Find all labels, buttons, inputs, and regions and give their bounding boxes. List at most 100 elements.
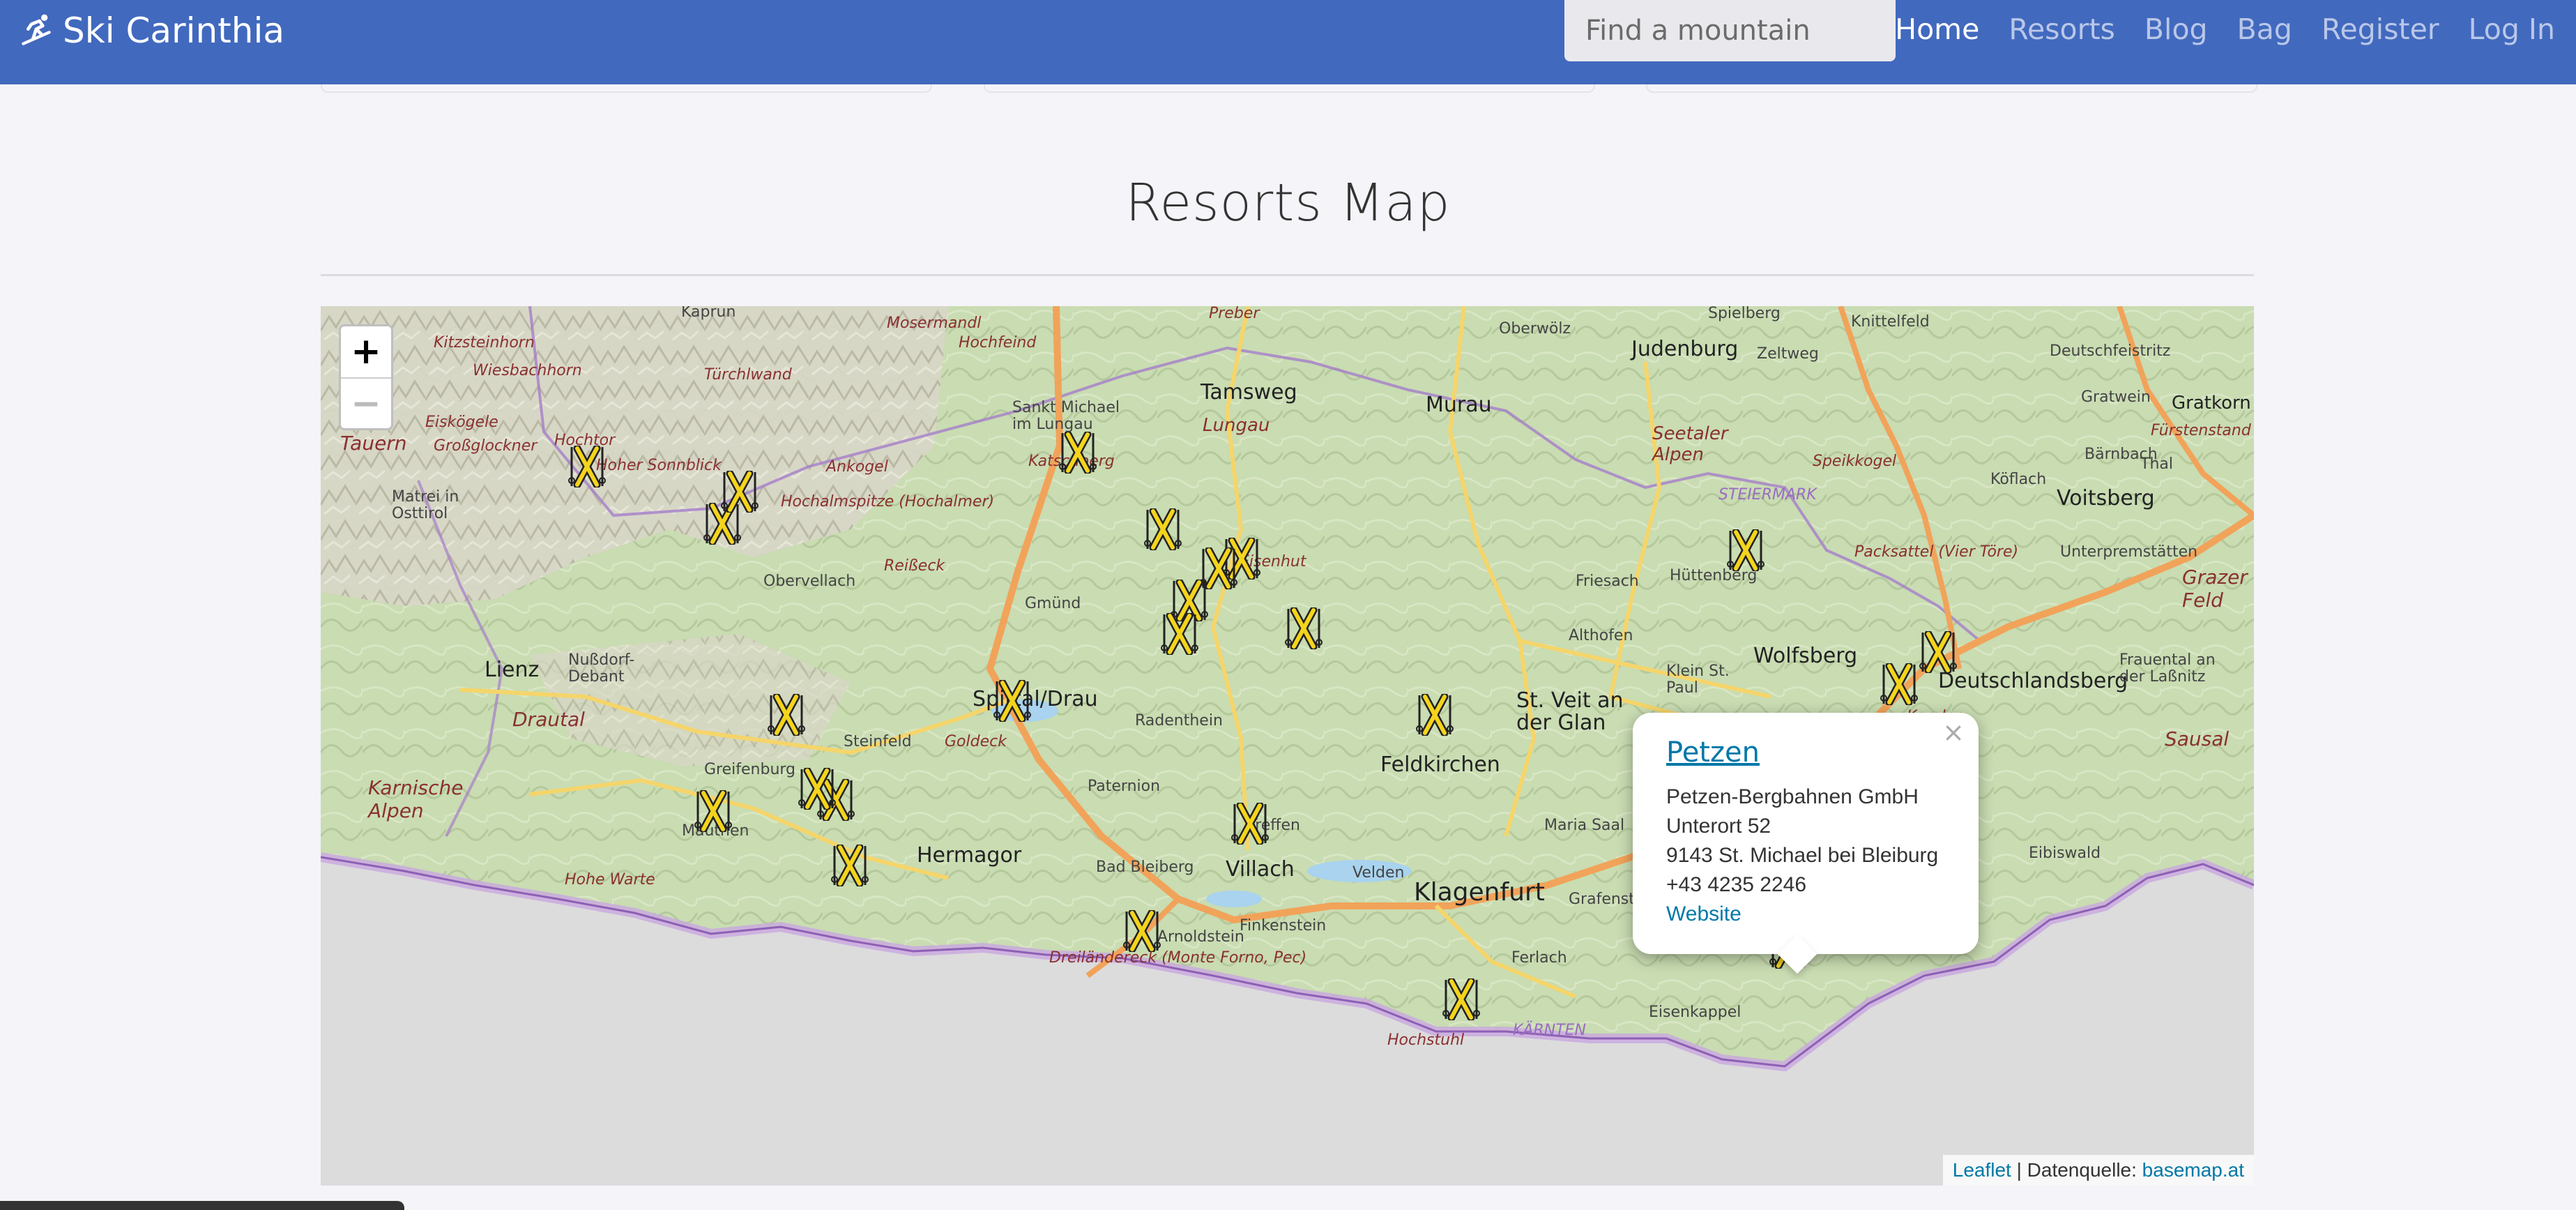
- map-label: Steinfeld: [844, 733, 912, 750]
- ski-resort-marker[interactable]: [830, 843, 869, 888]
- zoom-control: + −: [339, 324, 393, 430]
- map-label: Thal: [2140, 455, 2173, 473]
- navbar: Ski Carinthia Home Resorts Blog Bag Regi…: [0, 0, 2576, 84]
- map-label: Matrei in Osttirol: [392, 488, 459, 522]
- map-label: Eisenkappel: [1649, 1004, 1742, 1021]
- ski-resort-marker[interactable]: [1919, 630, 1958, 674]
- resorts-map[interactable]: Kaprun Mosermandl Hochfeind Preber Spiel…: [321, 306, 2254, 1186]
- map-label: Gmünd: [1025, 595, 1081, 612]
- map-label: Frauental an der Laßnitz: [2119, 651, 2216, 686]
- skier-icon: [22, 14, 51, 45]
- map-label: Velden: [1352, 864, 1405, 882]
- map-label: Hermagor: [917, 843, 1022, 868]
- map-label: KÄRNTEN: [1513, 1022, 1587, 1039]
- ski-resort-marker[interactable]: [1726, 528, 1765, 573]
- map-label: Deutschfeistritz: [2050, 342, 2171, 360]
- resort-popup: × Petzen Petzen-Bergbahnen GmbH Unterort…: [1633, 713, 1979, 974]
- section-title: Resorts Map: [1125, 173, 1451, 233]
- map-label: Lungau: [1203, 415, 1270, 436]
- zoom-in-button[interactable]: +: [341, 326, 391, 377]
- map-label: Paternion: [1088, 778, 1161, 795]
- map-label: Greifenburg: [704, 761, 796, 778]
- map-label: Deutschlandsberg: [1938, 669, 2128, 693]
- map-label: Wolfsberg: [1753, 644, 1858, 668]
- map-label: Seetaler Alpen: [1652, 423, 1728, 465]
- nav-bag[interactable]: Bag: [2237, 13, 2292, 49]
- map-label: Hochstuhl: [1387, 1031, 1465, 1049]
- map-label: Feldkirchen: [1380, 753, 1500, 777]
- popup-title-link[interactable]: Petzen: [1666, 736, 1945, 769]
- map-label: Klagenfurt: [1414, 878, 1545, 907]
- nav-blog[interactable]: Blog: [2144, 13, 2208, 49]
- map-label: Murau: [1426, 393, 1492, 417]
- map-label: Köflach: [1990, 471, 2047, 488]
- ski-resort-marker[interactable]: [694, 789, 733, 833]
- ski-resort-marker[interactable]: [1122, 909, 1161, 953]
- map-label: Kaprun: [681, 306, 736, 321]
- popup-phone: +43 4235 2246: [1666, 873, 1807, 896]
- map-label: Hochfeind: [959, 334, 1037, 351]
- map-label: Reißeck: [884, 557, 945, 575]
- map-label: Voitsberg: [2057, 486, 2155, 511]
- popup-website-link[interactable]: Website: [1666, 900, 1945, 929]
- map-label: Nußdorf-Debant: [568, 651, 635, 686]
- map-label: Spielberg: [1708, 306, 1781, 322]
- map-label: Finkenstein: [1240, 917, 1327, 935]
- nav-register[interactable]: Register: [2322, 13, 2439, 49]
- ski-resort-marker[interactable]: [993, 679, 1032, 723]
- ski-resort-marker[interactable]: [1160, 612, 1199, 656]
- map-label: Althofen: [1569, 627, 1633, 644]
- bottom-bar: [0, 1201, 404, 1210]
- map-attribution: Leaflet | Datenquelle: basemap.at: [1942, 1155, 2254, 1186]
- map-label: Hohe Warte: [565, 871, 655, 888]
- search-input[interactable]: [1564, 0, 1896, 61]
- map-label: Wiesbachhorn: [473, 362, 582, 379]
- ski-resort-marker[interactable]: [798, 766, 837, 811]
- map-label: Obervellach: [763, 573, 856, 590]
- map-label: Bad Bleiberg: [1096, 859, 1194, 876]
- map-label: Tamsweg: [1201, 380, 1297, 404]
- brand-link[interactable]: Ski Carinthia: [17, 8, 284, 53]
- popup-close-button[interactable]: ×: [1942, 717, 1965, 748]
- divider: [321, 274, 2254, 276]
- card-edge: [1646, 84, 2257, 93]
- ski-resort-marker[interactable]: [1143, 507, 1182, 552]
- nav-links: Home Resorts Blog Bag Register Log In: [1895, 13, 2555, 49]
- ski-resort-marker[interactable]: [1058, 430, 1097, 475]
- ski-resort-marker[interactable]: [720, 469, 759, 514]
- map-label: Spittal/Drau: [973, 687, 1098, 711]
- ski-resort-marker[interactable]: [1284, 606, 1323, 651]
- map-label: Türchlwand: [704, 366, 792, 384]
- ski-resort-marker[interactable]: [1415, 693, 1454, 737]
- map-label: Eibiswald: [2029, 845, 2101, 862]
- map-label: Preber: [1209, 306, 1260, 322]
- map-label: Lienz: [485, 658, 540, 682]
- map-label: Ferlach: [1511, 949, 1567, 967]
- map-label: Eiskögele: [425, 414, 498, 431]
- ski-resort-marker[interactable]: [1442, 977, 1481, 1022]
- ski-resort-marker[interactable]: [767, 693, 806, 737]
- map-label: St. Veit an der Glan: [1516, 688, 1624, 735]
- nav-login[interactable]: Log In: [2469, 13, 2555, 49]
- ski-resort-marker[interactable]: [567, 444, 607, 489]
- map-label: Grazer Feld: [2182, 566, 2248, 612]
- zoom-out-button[interactable]: −: [341, 377, 391, 428]
- map-label: Drautal: [512, 708, 585, 731]
- attribution-text: | Datenquelle:: [2011, 1159, 2142, 1181]
- basemap-link[interactable]: basemap.at: [2142, 1159, 2244, 1181]
- map-label: Großglockner: [434, 437, 538, 455]
- nav-home[interactable]: Home: [1895, 13, 1979, 49]
- map-label: Goldeck: [945, 733, 1007, 750]
- ski-resort-marker[interactable]: [1230, 801, 1270, 846]
- map-label: Judenburg: [1631, 337, 1739, 361]
- ski-resort-marker[interactable]: [1880, 662, 1919, 706]
- map-label: Speikkogel: [1813, 453, 1897, 470]
- map-label: Radenthein: [1135, 712, 1223, 729]
- map-label: Maria Saal: [1544, 817, 1625, 834]
- map-label: Zeltweg: [1757, 345, 1819, 363]
- nav-resorts[interactable]: Resorts: [2009, 13, 2115, 49]
- leaflet-link[interactable]: Leaflet: [1953, 1159, 2011, 1181]
- map-label: Ankogel: [826, 458, 888, 476]
- map-label: Villach: [1226, 857, 1295, 882]
- brand-name: Ski Carinthia: [63, 10, 284, 51]
